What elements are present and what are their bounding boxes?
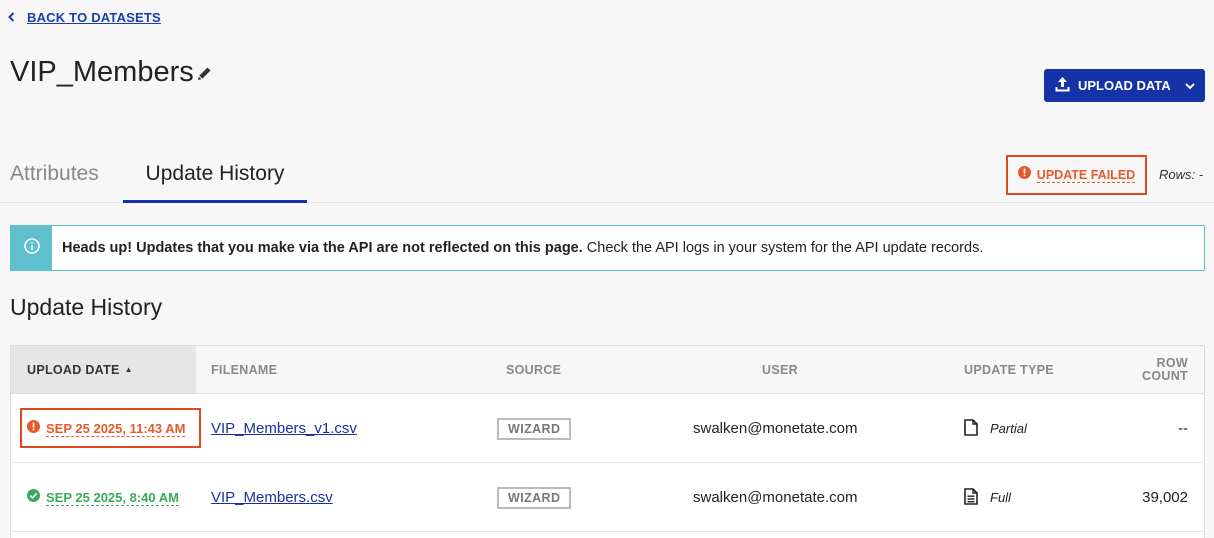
row-count-header-line1: ROW <box>1156 355 1188 370</box>
column-header-filename: FILENAME <box>211 362 278 377</box>
chevron-left-icon <box>8 11 15 25</box>
update-failed-status[interactable]: UPDATE FAILED <box>1036 168 1136 183</box>
tab-update-history[interactable]: Update History <box>123 162 307 203</box>
user-cell: swalken@monetate.com <box>693 489 858 506</box>
source-cell: WIZARD <box>497 394 572 463</box>
check-circle-icon <box>27 489 40 506</box>
update-type-cell: Full <box>964 463 1011 532</box>
upload-date-header-label: UPLOAD DATE <box>27 362 120 377</box>
document-full-icon <box>964 487 978 508</box>
upload-data-button[interactable]: UPLOAD DATA <box>1044 69 1205 102</box>
failed-date-highlight <box>20 408 201 448</box>
source-badge: WIZARD <box>497 417 572 440</box>
row-count-cell: -- <box>1178 420 1188 437</box>
back-to-datasets-link[interactable]: BACK TO DATASETS <box>8 10 161 25</box>
filename-link[interactable]: VIP_Members_v1.csv <box>211 420 357 437</box>
user-cell: swalken@monetate.com <box>693 420 858 437</box>
row-count-cell: 39,002 <box>1142 489 1188 506</box>
filename-cell: VIP_Members_v1.csv <box>211 394 357 463</box>
filename-link[interactable]: VIP_Members.csv <box>211 489 333 506</box>
source-badge: WIZARD <box>497 486 572 509</box>
column-header-row-count: ROW COUNT <box>1142 346 1188 393</box>
upload-data-label: UPLOAD DATA <box>1078 78 1171 93</box>
update-type-label: Full <box>990 490 1011 505</box>
section-title: Update History <box>10 294 163 320</box>
document-partial-icon <box>964 418 978 439</box>
info-circle-icon <box>23 237 40 259</box>
table-header: UPLOAD DATE ▲ FILENAME SOURCE USER UPDAT… <box>11 346 1204 394</box>
column-header-update-type: UPDATE TYPE <box>964 362 1054 377</box>
column-header-upload-date[interactable]: UPLOAD DATE ▲ <box>11 346 196 393</box>
banner-icon-area <box>11 226 52 270</box>
back-link-label: BACK TO DATASETS <box>27 10 161 25</box>
info-banner: Heads up! Updates that you make via the … <box>10 225 1205 271</box>
banner-text: Heads up! Updates that you make via the … <box>62 240 983 256</box>
row-count-header-line2: COUNT <box>1142 368 1188 383</box>
source-cell: WIZARD <box>497 463 572 532</box>
table-row[interactable]: SEP 25 2025, 8:40 AM VIP_Members.csv WIZ… <box>11 463 1204 532</box>
update-type-cell: Partial <box>964 394 1027 463</box>
update-type-label: Partial <box>990 421 1027 436</box>
column-header-source: SOURCE <box>506 362 562 377</box>
upload-date-cell: SEP 25 2025, 8:40 AM <box>27 463 179 532</box>
rows-count-label: Rows: - <box>1159 167 1204 182</box>
banner-bold-text: Heads up! Updates that you make via the … <box>62 240 583 256</box>
tab-attributes[interactable]: Attributes <box>10 162 99 186</box>
title-row: VIP_Members <box>10 56 213 89</box>
update-status-box: UPDATE FAILED <box>1006 155 1147 195</box>
page-title: VIP_Members <box>10 56 194 88</box>
filename-cell: VIP_Members.csv <box>211 463 333 532</box>
upload-date-link[interactable]: SEP 25 2025, 8:40 AM <box>46 490 179 506</box>
banner-normal-text: Check the API logs in your system for th… <box>582 240 984 256</box>
upload-icon <box>1054 76 1071 96</box>
error-circle-icon <box>1017 166 1031 184</box>
column-header-user: USER <box>762 362 798 377</box>
pencil-icon[interactable] <box>196 65 213 87</box>
update-history-table: UPLOAD DATE ▲ FILENAME SOURCE USER UPDAT… <box>10 345 1205 538</box>
sort-up-icon: ▲ <box>124 365 133 374</box>
chevron-down-icon <box>1185 78 1195 93</box>
